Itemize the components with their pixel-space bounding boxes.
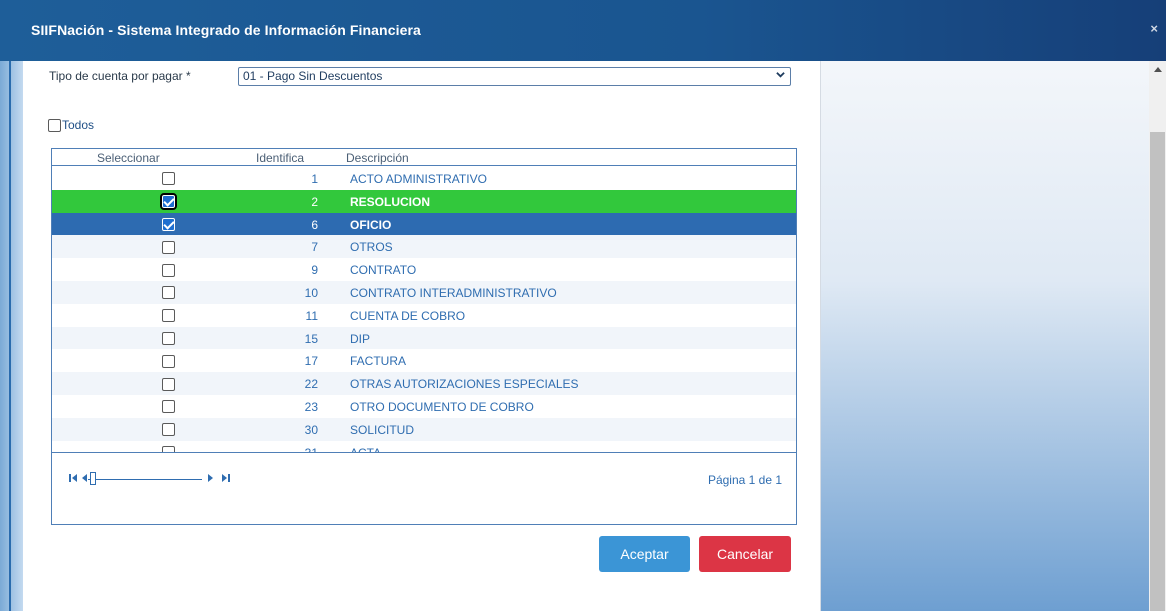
row-select-checkbox-cell (162, 239, 175, 254)
row-id: 6 (311, 217, 318, 232)
row-description: DIP (350, 331, 371, 346)
row-id: 1 (311, 172, 318, 186)
next-page-icon[interactable] (208, 473, 214, 483)
row-id: 7 (311, 240, 318, 255)
table-row[interactable]: 1 ACTO ADMINISTRATIVO (52, 167, 796, 190)
table-row[interactable]: 15 DIP (52, 326, 796, 350)
table-row[interactable]: 17 FACTURA (52, 349, 796, 372)
row-select-checkbox-cell (162, 262, 175, 277)
document-grid: Seleccionar Identifica Descripción 1 ACTO… (51, 148, 797, 525)
row-description: ACTO ADMINISTRATIVO (350, 172, 487, 186)
row-description: CONTRATO INTERADMINISTRATIVO (350, 285, 557, 300)
cancel-button[interactable]: Cancelar (699, 536, 791, 572)
row-select-checkbox[interactable] (162, 354, 175, 368)
tipo-cuenta-label: Tipo de cuenta por pagar * (49, 69, 191, 83)
row-id: 23 (304, 399, 318, 414)
row-description: OTRAS AUTORIZACIONES ESPECIALES (350, 377, 579, 392)
todos-checkbox[interactable]: Todos (48, 118, 94, 132)
table-row[interactable]: 23 OTRO DOCUMENTO DE COBRO (52, 395, 796, 418)
scrollbar-thumb[interactable] (1150, 132, 1165, 611)
grid-header: Seleccionar Identifica Descripción (52, 149, 796, 166)
row-id: 15 (304, 331, 318, 346)
row-id: 17 (304, 354, 318, 369)
close-icon[interactable]: × (1150, 21, 1158, 36)
row-select-checkbox[interactable] (162, 309, 175, 323)
row-description: OTROS (350, 240, 393, 255)
dialog-content: Tipo de cuenta por pagar * 01 - Pago Sin… (23, 61, 820, 611)
row-select-checkbox[interactable] (162, 331, 175, 345)
table-row[interactable]: 11 CUENTA DE COBRO (52, 304, 796, 327)
window-title-bar: SIIFNación - Sistema Integrado de Inform… (0, 0, 1166, 61)
row-select-checkbox[interactable] (162, 240, 175, 254)
header-identificacion[interactable]: Identifica (256, 151, 310, 165)
row-description: FACTURA (350, 354, 407, 369)
row-id: 30 (304, 422, 318, 437)
row-select-checkbox-cell (162, 308, 175, 323)
row-description: SOLICITUD (350, 422, 415, 437)
row-select-checkbox[interactable] (162, 172, 175, 186)
header-descripcion[interactable]: Descripción (346, 151, 409, 165)
tipo-cuenta-select[interactable]: 01 - Pago Sin Descuentos (238, 67, 791, 86)
grid-rows: 1 ACTO ADMINISTRATIVO 2 RESOLUCION 6 OFICIO 7 O… (52, 167, 796, 463)
row-select-checkbox-cell (162, 171, 175, 186)
row-select-checkbox[interactable] (162, 286, 175, 300)
todos-label: Todos (62, 118, 95, 132)
table-row[interactable]: 6 OFICIO (52, 212, 796, 236)
vertical-scrollbar[interactable] (1149, 61, 1166, 611)
table-row[interactable]: 30 SOLICITUD (52, 417, 796, 441)
page-info: Página 1 de 1 (707, 473, 782, 487)
row-select-checkbox-cell (162, 285, 175, 300)
row-select-checkbox[interactable] (162, 263, 175, 277)
row-description: CUENTA DE COBRO (350, 308, 466, 323)
table-row[interactable]: 7 OTROS (52, 235, 796, 259)
row-select-checkbox[interactable] (162, 423, 175, 437)
table-row[interactable]: 9 CONTRATO (52, 258, 796, 281)
row-id: 11 (305, 308, 318, 323)
row-select-checkbox[interactable] (162, 217, 175, 231)
row-id: 22 (304, 377, 318, 392)
row-id: 10 (304, 285, 318, 300)
chevron-down-icon (776, 72, 785, 78)
right-background-panel (820, 61, 1149, 611)
left-border-strip (0, 61, 23, 611)
grid-pager: Página 1 de 1 (52, 452, 796, 524)
row-select-checkbox-cell (162, 217, 175, 231)
row-id: 9 (311, 263, 318, 278)
page-slider-handle[interactable] (90, 472, 96, 485)
prev-page-icon[interactable] (82, 473, 88, 483)
row-select-checkbox-cell (162, 422, 175, 437)
todos-checkbox-box[interactable] (48, 118, 61, 132)
row-description: RESOLUCION (350, 194, 431, 209)
tipo-cuenta-value: 01 - Pago Sin Descuentos (243, 69, 383, 83)
page-slider-track[interactable] (88, 479, 202, 480)
row-description: OFICIO (350, 217, 392, 232)
accept-button[interactable]: Aceptar (599, 536, 690, 572)
header-seleccionar[interactable]: Seleccionar (97, 151, 187, 165)
row-select-checkbox-cell (162, 331, 175, 345)
table-row[interactable]: 22 OTRAS AUTORIZACIONES ESPECIALES (52, 372, 796, 395)
last-page-icon[interactable] (222, 473, 231, 483)
row-select-checkbox-cell (162, 376, 175, 391)
table-row[interactable]: 10 CONTRATO INTERADMINISTRATIVO (52, 280, 796, 304)
row-select-checkbox[interactable] (162, 400, 175, 414)
row-select-checkbox[interactable] (162, 377, 175, 391)
row-select-checkbox-cell (160, 193, 177, 211)
first-page-icon[interactable] (69, 473, 78, 483)
row-id: 2 (311, 194, 318, 209)
window-title: SIIFNación - Sistema Integrado de Inform… (31, 22, 421, 38)
row-select-checkbox-cell (162, 353, 175, 368)
scroll-up-icon[interactable] (1154, 67, 1162, 72)
row-select-checkbox-cell (162, 399, 175, 414)
row-description: OTRO DOCUMENTO DE COBRO (350, 399, 534, 414)
row-select-checkbox[interactable] (160, 193, 177, 211)
table-row[interactable]: 2 RESOLUCION (52, 189, 796, 213)
row-description: CONTRATO (350, 263, 417, 278)
